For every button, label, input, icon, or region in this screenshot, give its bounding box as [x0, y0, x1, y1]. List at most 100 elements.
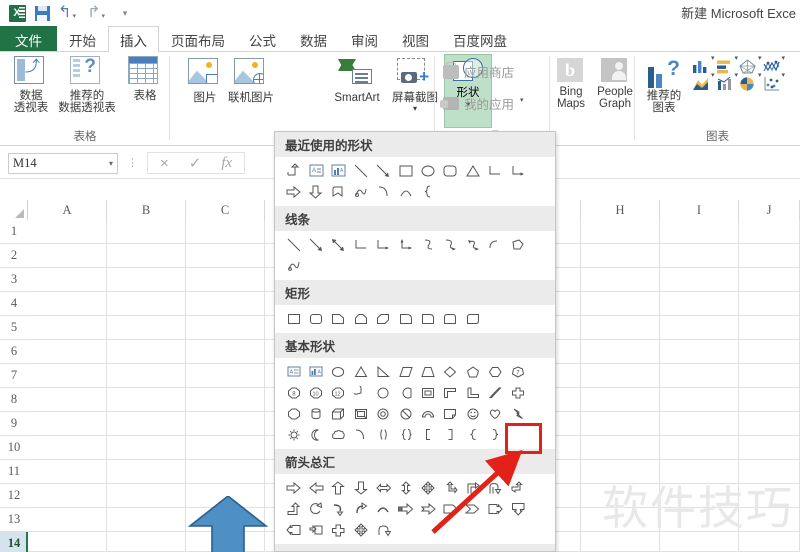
shape-trapezoid[interactable] — [417, 361, 439, 382]
shape-text-box[interactable]: A — [305, 160, 327, 181]
shape-line-double-arrow[interactable] — [328, 234, 350, 255]
shape-moon[interactable] — [305, 424, 327, 445]
my-apps-button[interactable]: 我的应用 ▾ — [440, 94, 524, 113]
shape-round-same-side[interactable] — [440, 308, 462, 329]
shape-basic-text-box[interactable]: A — [283, 361, 305, 382]
insert-function-icon[interactable]: fx — [221, 155, 232, 172]
row-header-7[interactable]: 7 — [0, 364, 28, 388]
area-chart-icon[interactable] — [691, 75, 710, 92]
name-box[interactable]: M14 ▾ — [8, 152, 118, 174]
tab-view[interactable]: 视图 — [390, 26, 441, 52]
shape-line-single-arrow[interactable] — [305, 234, 327, 255]
shape-elbow-connector[interactable] — [485, 160, 507, 181]
scatter-chart-icon[interactable] — [762, 75, 781, 92]
shape-bent-up-arrow[interactable] — [283, 160, 305, 181]
shape-snip-round-single[interactable] — [395, 308, 417, 329]
redo-icon[interactable]: ↱ ▾ — [81, 3, 111, 23]
shape-arrow-pentagon[interactable] — [440, 498, 462, 519]
shape-diagonal-stripe[interactable] — [485, 382, 507, 403]
shape-line-plain[interactable] — [283, 234, 305, 255]
column-header-C[interactable]: C — [186, 200, 265, 220]
shape-arrow-four-way[interactable] — [350, 519, 372, 540]
shape-left-curly-brace[interactable] — [462, 424, 484, 445]
shape-arrow-left[interactable] — [305, 477, 327, 498]
shape-right-curly-brace[interactable] — [485, 424, 507, 445]
shape-heptagon[interactable]: 7 — [507, 361, 529, 382]
shape-rect[interactable] — [283, 308, 305, 329]
shape-frame[interactable] — [417, 382, 439, 403]
shape-cloud[interactable] — [328, 424, 350, 445]
column-header-I[interactable]: I — [660, 200, 739, 220]
shape-pentagon-tag[interactable] — [328, 181, 350, 202]
shape-l-shape[interactable] — [462, 382, 484, 403]
shape-smiley-face[interactable] — [462, 403, 484, 424]
shape-round-bracket[interactable] — [373, 424, 395, 445]
row-header-2[interactable]: 2 — [0, 244, 28, 268]
shape-right-bracket[interactable] — [440, 424, 462, 445]
shape-cross[interactable] — [507, 382, 529, 403]
table-button[interactable]: 表格 — [116, 56, 174, 102]
my-apps-caret-icon[interactable]: ▾ — [520, 96, 524, 104]
shape-dodecagon[interactable]: 12 — [328, 382, 350, 403]
shape-pentagon[interactable] — [462, 361, 484, 382]
shape-freeform[interactable] — [507, 234, 529, 255]
shape-arrow-bent-corner[interactable] — [462, 477, 484, 498]
shape-triangle[interactable] — [462, 160, 484, 181]
column-chart-icon[interactable] — [691, 58, 710, 75]
combo-chart-icon[interactable] — [715, 75, 734, 92]
tab-home[interactable]: 开始 — [57, 26, 108, 52]
shape-snip-same-side[interactable] — [350, 308, 372, 329]
shape-curved-double-arrow[interactable] — [462, 234, 484, 255]
shape-arrow-left-up[interactable] — [507, 477, 529, 498]
shape-diamond[interactable] — [440, 361, 462, 382]
shape-right-arrow-callout[interactable] — [485, 498, 507, 519]
shape-curved-connector[interactable] — [417, 234, 439, 255]
shape-arrow-quad[interactable] — [417, 477, 439, 498]
shape-arrow-up[interactable] — [328, 477, 350, 498]
shape-bevel[interactable] — [350, 403, 372, 424]
bar-chart-icon[interactable] — [715, 58, 734, 75]
tab-baidu-netdisk[interactable]: 百度网盘 — [441, 26, 519, 52]
shape-arrow-curved-up[interactable] — [350, 498, 372, 519]
radar-chart-icon[interactable] — [738, 58, 757, 75]
row-header-6[interactable]: 6 — [0, 340, 28, 364]
scatter-chart-caret-icon[interactable]: ▾ — [782, 71, 786, 88]
shape-teardrop[interactable] — [373, 382, 395, 403]
shape-oval[interactable] — [417, 160, 439, 181]
shape-arrow-curved-down[interactable] — [373, 498, 395, 519]
shape-arrow-circular[interactable] — [305, 498, 327, 519]
shape-sun[interactable] — [283, 424, 305, 445]
shape-block-arc[interactable] — [417, 403, 439, 424]
row-header-8[interactable]: 8 — [0, 388, 28, 412]
shape-left-brace[interactable] — [417, 181, 439, 202]
shape-scribble-line[interactable] — [283, 255, 305, 276]
cancel-entry-icon[interactable]: × — [160, 155, 169, 172]
shape-octagon[interactable]: 8 — [283, 382, 305, 403]
recommended-charts-button[interactable]: ? 推荐的 图表 — [639, 58, 689, 114]
shape-curved-arrow-connector[interactable] — [440, 234, 462, 255]
shape-arc-line[interactable] — [485, 234, 507, 255]
app-store-button[interactable]: 应用商店 — [443, 61, 514, 81]
shape-line[interactable] — [350, 160, 372, 181]
select-all-corner[interactable] — [0, 200, 28, 220]
shape-basic-triangle[interactable] — [350, 361, 372, 382]
shape-folded-corner[interactable] — [440, 403, 462, 424]
shape-rounded-rectangle[interactable] — [440, 160, 462, 181]
bent-up-arrow-shape[interactable] — [68, 494, 269, 552]
row-header-9[interactable]: 9 — [0, 412, 28, 436]
shape-no-symbol[interactable] — [395, 403, 417, 424]
tab-data[interactable]: 数据 — [288, 26, 339, 52]
shape-down-arrow-callout[interactable] — [507, 498, 529, 519]
shape-decagon[interactable]: 10 — [305, 382, 327, 403]
shape-elbow-arrow-connector[interactable] — [507, 160, 529, 181]
shape-snip-single-corner[interactable] — [328, 308, 350, 329]
shape-scribble[interactable] — [350, 181, 372, 202]
shape-arrow-up-down[interactable] — [395, 477, 417, 498]
shape-heart[interactable] — [485, 403, 507, 424]
shape-elbow-arrow[interactable] — [373, 234, 395, 255]
shape-donut[interactable] — [373, 403, 395, 424]
row-header-4[interactable]: 4 — [0, 292, 28, 316]
column-header-H[interactable]: H — [581, 200, 660, 220]
recommended-pivot-button[interactable]: 推荐的 数据透视表 — [58, 56, 116, 114]
shape-left-arrow-callout[interactable] — [283, 519, 305, 540]
